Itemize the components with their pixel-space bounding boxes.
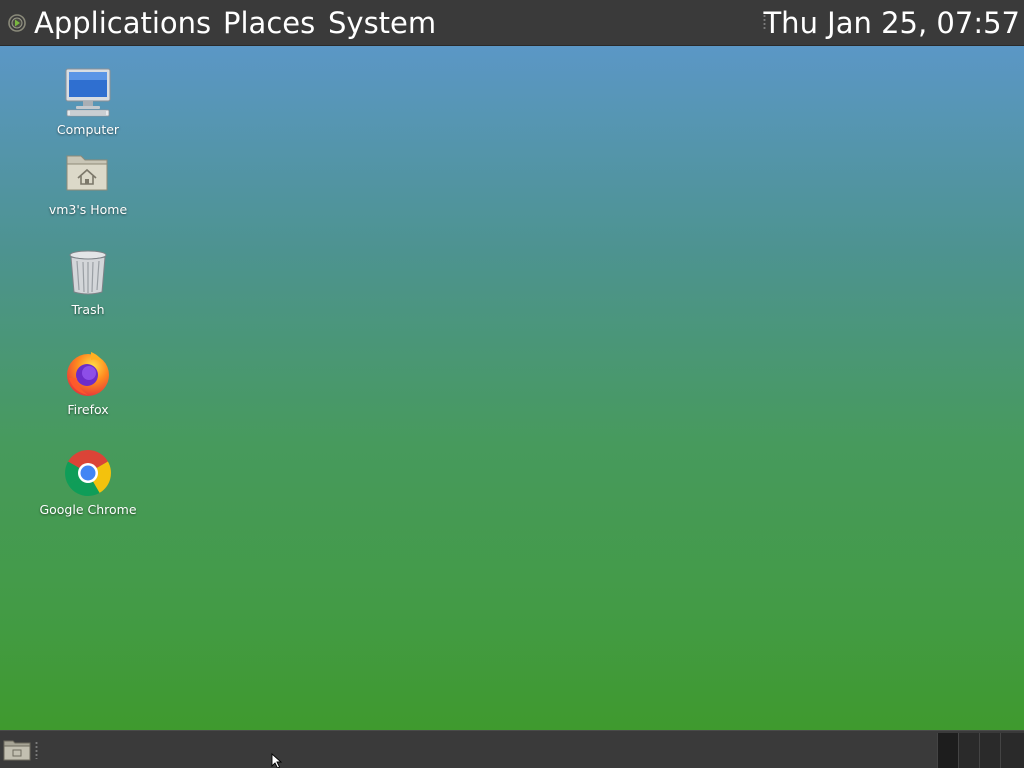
screen: Applications Places System Thu Jan 25, 0… [0,0,1024,768]
panel-handle[interactable] [35,741,38,759]
system-menu[interactable]: System [328,6,436,40]
bottom-panel [0,730,1024,768]
trash-icon [63,248,113,298]
menu-logo-icon[interactable] [6,12,28,34]
computer-icon [63,68,113,118]
workspace-3[interactable] [979,733,1000,768]
top-panel: Applications Places System Thu Jan 25, 0… [0,0,1024,46]
desktop-icon-label: Google Chrome [39,502,137,517]
places-menu[interactable]: Places [223,6,315,40]
desktop-icon-label: Trash [71,302,105,317]
clock[interactable]: Thu Jan 25, 07:57 [763,6,1020,40]
applications-menu[interactable]: Applications [34,6,211,40]
workspace-1[interactable] [937,733,958,768]
desktop-icon-label: vm3's Home [48,202,128,217]
desktop-icon-firefox[interactable]: Firefox [28,348,148,418]
desktop[interactable]: Computer vm3's Home Trash Firefox Google… [0,46,1024,730]
mouse-cursor-icon [271,753,283,768]
home-folder-icon [63,148,113,198]
desktop-icon-trash[interactable]: Trash [28,248,148,318]
show-desktop-icon[interactable] [2,738,32,762]
workspace-4[interactable] [1000,733,1024,768]
desktop-icon-chrome[interactable]: Google Chrome [28,448,148,518]
desktop-icon-label: Firefox [67,402,109,417]
desktop-icon-label: Computer [56,122,120,137]
firefox-icon [63,348,113,398]
chrome-icon [63,448,113,498]
desktop-icon-home[interactable]: vm3's Home [28,148,148,218]
desktop-icon-computer[interactable]: Computer [28,68,148,138]
workspace-2[interactable] [958,733,979,768]
